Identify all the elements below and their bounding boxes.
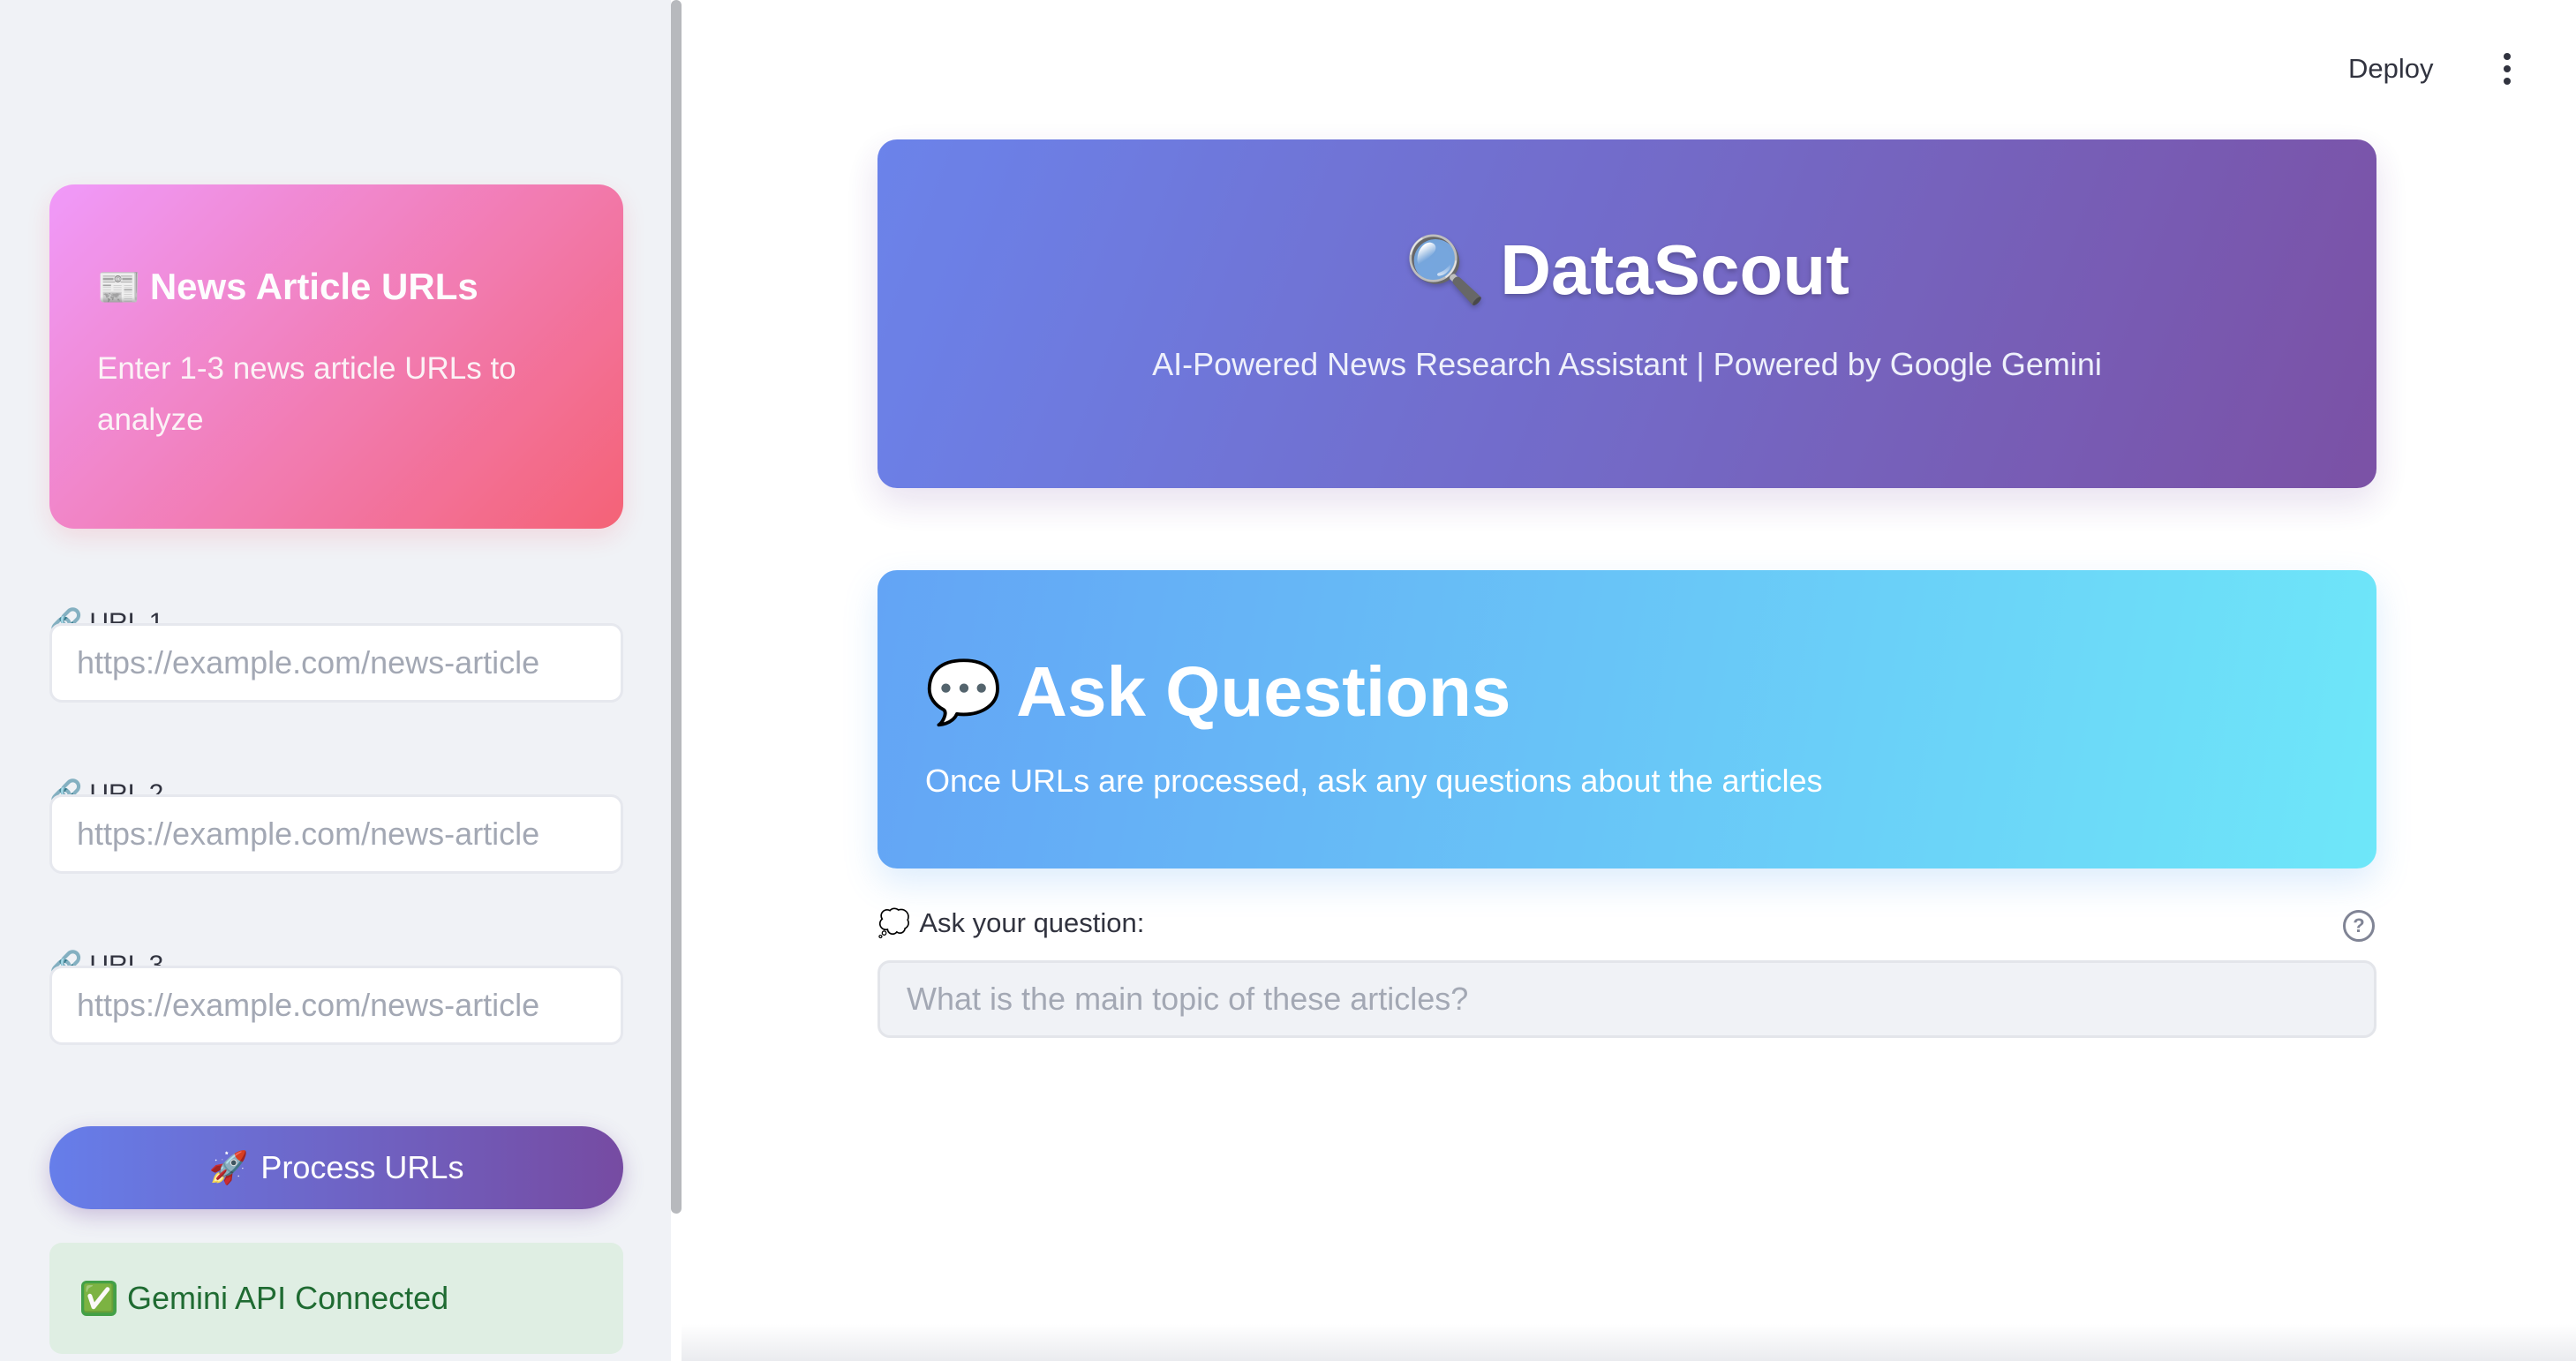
process-urls-button[interactable]: 🚀 Process URLs [49,1126,623,1209]
url-3-input[interactable] [49,966,623,1045]
app-subtitle: AI-Powered News Research Assistant | Pow… [1152,346,2102,382]
news-urls-card: 📰 News Article URLs Enter 1-3 news artic… [49,184,623,529]
api-status-alert: ✅ Gemini API Connected [49,1243,623,1354]
sidebar: 📰 News Article URLs Enter 1-3 news artic… [0,0,671,1361]
ask-questions-title: 💬 Ask Questions [925,651,2329,733]
help-icon[interactable]: ? [2343,910,2375,942]
app-root: 📰 News Article URLs Enter 1-3 news artic… [0,0,2576,1361]
ask-questions-description: Once URLs are processed, ask any questio… [925,763,1823,799]
news-urls-card-title: 📰 News Article URLs [97,266,576,308]
ask-questions-title-text: Ask Questions [1016,652,1511,731]
deploy-button[interactable]: Deploy [2348,44,2434,94]
ask-questions-card: 💬 Ask Questions Once URLs are processed,… [877,570,2376,868]
magnifying-glass-icon: 🔍 [1405,231,1487,308]
question-label: 💭 Ask your question: [877,907,1144,939]
news-urls-card-description: Enter 1-3 news article URLs to analyze [97,351,516,437]
bottom-fade [682,1324,2576,1361]
app-title-text: DataScout [1500,230,1849,309]
sidebar-scrollbar[interactable] [671,0,682,1214]
process-urls-button-label: Process URLs [260,1149,464,1185]
newspaper-icon: 📰 [97,267,141,308]
speech-bubble-icon: 💬 [925,655,1003,728]
news-urls-card-title-text: News Article URLs [149,266,478,307]
url-2-input[interactable] [49,794,623,874]
url-1-input[interactable] [49,623,623,703]
rocket-icon: 🚀 [208,1150,249,1186]
question-input[interactable] [877,960,2376,1038]
check-mark-icon: ✅ [81,1281,117,1316]
question-label-text: Ask your question: [919,907,1145,938]
hero-banner: 🔍 DataScout AI-Powered News Research Ass… [877,139,2376,488]
thought-bubble-icon: 💭 [877,907,911,939]
api-status-text: Gemini API Connected [127,1280,449,1316]
app-title: 🔍 DataScout [1405,229,1849,311]
more-vertical-icon[interactable] [2489,48,2525,90]
